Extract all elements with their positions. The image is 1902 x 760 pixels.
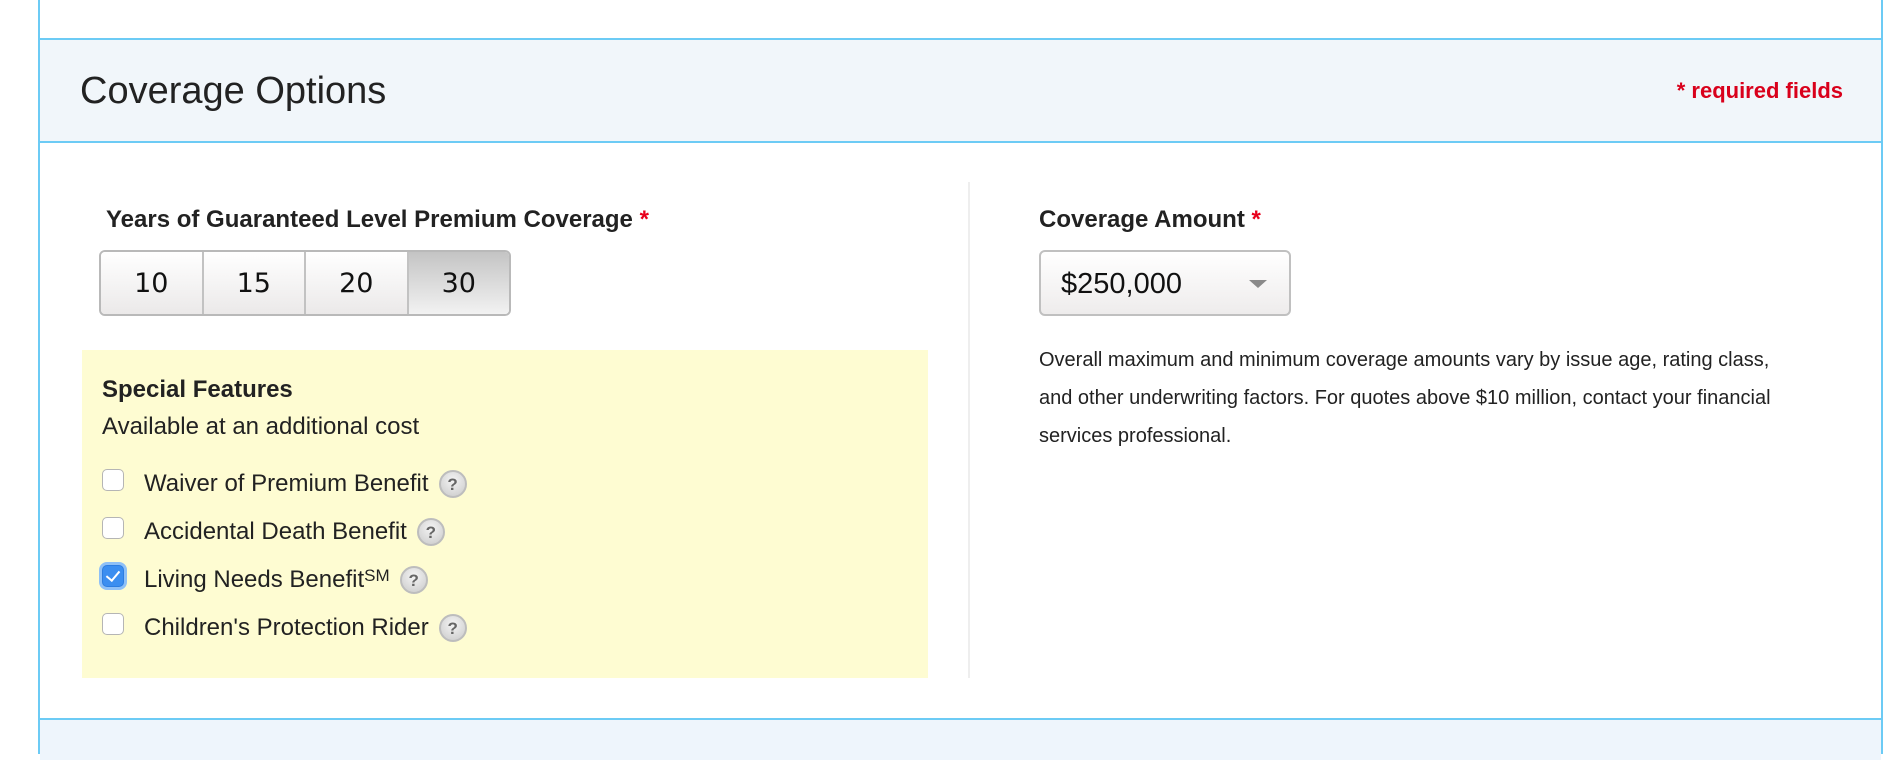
- feature-label[interactable]: Accidental Death Benefit: [144, 518, 407, 546]
- special-features-title: Special Features: [102, 376, 293, 403]
- accidental-death-checkbox[interactable]: [102, 517, 124, 539]
- feature-label[interactable]: Living Needs BenefitSM: [144, 566, 390, 594]
- feature-childrens-protection: Children's Protection Rider ?: [102, 608, 467, 648]
- waiver-of-premium-checkbox[interactable]: [102, 469, 124, 491]
- column-divider: [968, 182, 970, 678]
- question-circle-icon[interactable]: ?: [399, 566, 428, 594]
- chevron-down-icon: [1249, 280, 1267, 288]
- feature-label[interactable]: Children's Protection Rider: [144, 614, 429, 642]
- coverage-amount-value: $250,000: [1061, 268, 1182, 300]
- section-title: Coverage Options: [80, 70, 387, 112]
- question-circle-icon[interactable]: ?: [416, 518, 445, 546]
- coverage-options-panel: Coverage Options * required fields Years…: [38, 0, 1883, 760]
- coverage-amount-label-text: Coverage Amount: [1039, 206, 1245, 233]
- years-coverage-label: Years of Guaranteed Level Premium Covera…: [106, 206, 649, 234]
- required-marker: *: [639, 206, 649, 233]
- coverage-amount-label: Coverage Amount *: [1039, 206, 1261, 234]
- years-option-30[interactable]: 30: [408, 252, 509, 314]
- years-option-15[interactable]: 15: [203, 252, 306, 314]
- question-circle-icon[interactable]: ?: [438, 470, 467, 498]
- years-option-20[interactable]: 20: [306, 252, 409, 314]
- years-option-10[interactable]: 10: [101, 252, 204, 314]
- feature-living-needs: Living Needs BenefitSM ?: [102, 560, 428, 600]
- feature-accidental-death: Accidental Death Benefit ?: [102, 512, 445, 552]
- years-coverage-label-text: Years of Guaranteed Level Premium Covera…: [106, 206, 633, 233]
- feature-label-text: Living Needs Benefit: [144, 566, 365, 593]
- feature-waiver-of-premium: Waiver of Premium Benefit ?: [102, 464, 467, 504]
- service-mark: SM: [364, 566, 390, 585]
- special-features-subtitle: Available at an additional cost: [102, 413, 420, 440]
- coverage-amount-select[interactable]: $250,000: [1039, 250, 1291, 316]
- special-features-box: Special Features Available at an additio…: [82, 350, 928, 678]
- question-circle-icon[interactable]: ?: [438, 614, 467, 642]
- years-segmented-control: 10 15 20 30: [99, 250, 511, 316]
- required-fields-note: * required fields: [1676, 78, 1843, 103]
- coverage-amount-note: Overall maximum and minimum coverage amo…: [1039, 349, 1771, 447]
- childrens-protection-checkbox[interactable]: [102, 613, 124, 635]
- required-marker: *: [1251, 206, 1261, 233]
- living-needs-checkbox[interactable]: [102, 565, 124, 587]
- section-header: Coverage Options * required fields: [40, 38, 1881, 143]
- feature-label[interactable]: Waiver of Premium Benefit: [144, 470, 429, 498]
